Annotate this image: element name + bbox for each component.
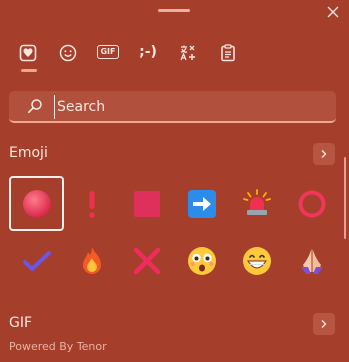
clipboard-icon (221, 44, 235, 62)
tab-kaomoji[interactable]: ;-) (128, 40, 168, 74)
red-square-icon (133, 190, 160, 217)
gif-icon: GIF (97, 45, 119, 59)
emoji-right-arrow[interactable] (174, 176, 229, 231)
emoji-police-light[interactable] (229, 176, 284, 231)
scrollbar[interactable] (344, 157, 346, 239)
emoji-folded-hands[interactable] (284, 233, 339, 288)
gif-more-button[interactable] (313, 313, 335, 335)
fire-icon (82, 246, 101, 274)
red-circle-icon (22, 189, 51, 218)
right-arrow-icon (187, 189, 216, 218)
search-icon (27, 99, 42, 114)
tab-symbols[interactable] (168, 40, 208, 74)
check-mark-icon (22, 250, 51, 271)
gif-section-title: GIF (9, 315, 33, 331)
hollow-red-circle-icon (298, 190, 325, 217)
police-light-icon (242, 188, 271, 215)
tab-gif[interactable]: GIF (88, 40, 128, 74)
drag-handle[interactable] (158, 9, 190, 12)
category-tabs: GIF ;-) (8, 40, 338, 74)
heart-icon (19, 44, 37, 62)
emoji-hollow-red-circle[interactable] (284, 176, 339, 231)
emoji-section-title: Emoji (9, 145, 48, 161)
emoji-check-mark[interactable] (9, 233, 64, 288)
tab-emoji[interactable] (48, 40, 88, 74)
close-button[interactable] (323, 2, 343, 22)
exclamation-icon (88, 190, 95, 218)
close-icon (327, 6, 339, 18)
chevron-right-icon (321, 150, 327, 158)
powered-by-tenor: Powered By Tenor (9, 340, 107, 353)
astonished-face-icon (187, 246, 216, 275)
tab-most-recently-used[interactable] (8, 40, 48, 74)
chevron-right-icon (321, 320, 327, 328)
search-input[interactable] (54, 95, 327, 119)
emoji-exclamation-mark[interactable] (64, 176, 119, 231)
emoji-more-button[interactable] (313, 143, 335, 165)
kaomoji-icon: ;-) (139, 44, 157, 60)
emoji-fire[interactable] (64, 233, 119, 288)
grinning-face-icon (242, 246, 271, 275)
emoji-red-circle[interactable] (9, 176, 64, 231)
emoji-cross-mark[interactable] (119, 233, 174, 288)
emoji-astonished-face[interactable] (174, 233, 229, 288)
search-box[interactable] (9, 91, 336, 123)
symbols-icon (180, 45, 195, 61)
emoji-grid (9, 176, 339, 290)
emoji-red-square[interactable] (119, 176, 174, 231)
emoji-grinning-face[interactable] (229, 233, 284, 288)
tab-clipboard[interactable] (208, 40, 248, 74)
cross-mark-icon (133, 247, 160, 274)
folded-hands-icon (300, 248, 323, 274)
smiley-icon (59, 44, 77, 62)
